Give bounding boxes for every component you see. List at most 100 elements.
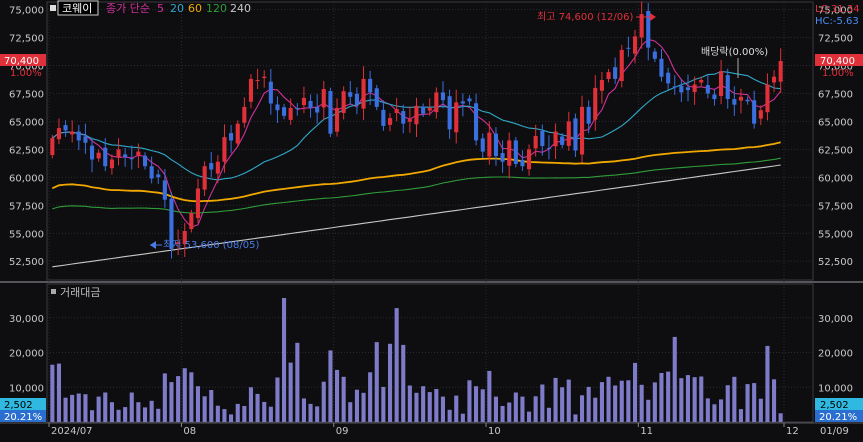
candle-body <box>321 89 326 108</box>
candle-body <box>765 84 770 113</box>
volume-bar <box>606 376 611 422</box>
volume-title: 거래대금 <box>60 286 100 299</box>
candle-body <box>222 137 227 162</box>
candle-body <box>354 93 359 105</box>
volume-bar <box>149 400 154 422</box>
y-tick-label: 67,500 <box>818 89 853 100</box>
volume-bar <box>361 392 366 422</box>
candle-body <box>725 75 730 99</box>
candle-body <box>301 97 306 106</box>
y-tick-label: 60,000 <box>9 173 44 184</box>
volume-bar <box>758 398 763 422</box>
candle-body <box>421 106 426 114</box>
candle-body <box>328 91 333 134</box>
candle-body <box>566 121 571 146</box>
x-tick-label: 10 <box>488 426 501 437</box>
volume-bar <box>699 376 704 422</box>
volume-bar <box>546 407 551 422</box>
candle-body <box>123 154 128 158</box>
x-tick-label: 12 <box>786 426 799 437</box>
candle-body <box>268 81 273 104</box>
volume-bar <box>275 377 280 422</box>
candle-body <box>633 36 638 54</box>
volume-bar <box>262 401 267 422</box>
volume-bar <box>427 392 432 422</box>
volume-bar <box>56 363 61 422</box>
volume-bar <box>725 385 730 422</box>
candle-body <box>474 103 479 141</box>
volume-bar <box>235 403 240 422</box>
candle-body <box>374 88 379 107</box>
volume-bar <box>440 396 445 422</box>
volume-bar <box>692 377 697 422</box>
volume-bar <box>407 385 412 422</box>
volume-bar <box>613 385 618 422</box>
price-badge-left-pct: 1.00% <box>10 68 42 79</box>
volume-badge-right-pct: 20.21% <box>819 412 857 423</box>
x-tick-label: 01/09 <box>820 426 849 437</box>
candle-body <box>679 85 684 93</box>
volume-bar <box>248 387 253 422</box>
x-tick-label: 09 <box>336 426 349 437</box>
candle-body <box>606 72 611 79</box>
volume-title-square <box>51 289 56 294</box>
volume-bar <box>348 402 353 422</box>
y-tick-label: 62,500 <box>9 145 44 156</box>
y-tick-label: 55,000 <box>9 229 44 240</box>
y-tick-label: 52,500 <box>818 257 853 268</box>
volume-bar <box>480 389 485 422</box>
volume-bar <box>626 380 631 422</box>
symbol-name: 코웨이 <box>62 2 92 15</box>
candle-body <box>672 86 677 88</box>
volume-bar <box>467 380 472 422</box>
candle-body <box>129 158 134 160</box>
candle-body <box>487 132 492 157</box>
volume-badge-left-pct: 20.21% <box>4 412 42 423</box>
volume-bar <box>381 386 386 422</box>
volume-bar <box>666 371 671 422</box>
candle-body <box>507 140 512 166</box>
candle-body <box>348 92 353 97</box>
price-badge-right-value: 70,400 <box>820 56 855 67</box>
candle-body <box>315 107 320 113</box>
candle-body <box>275 104 280 111</box>
volume-bar <box>487 370 492 422</box>
volume-tick-label: 30,000 <box>9 314 44 325</box>
candle-body <box>560 136 565 145</box>
candle-body <box>248 78 253 102</box>
volume-badge-left-value: 2,502 <box>4 400 33 411</box>
volume-bar <box>460 413 465 422</box>
candle-body <box>434 92 439 113</box>
candle-body <box>527 149 532 170</box>
volume-bar <box>454 395 459 422</box>
candle-body <box>96 152 101 159</box>
volume-bar <box>540 384 545 422</box>
volume-bar <box>76 393 81 422</box>
volume-bar <box>752 383 757 422</box>
candle-body <box>540 130 545 146</box>
volume-bar <box>242 406 247 422</box>
volume-bar <box>222 409 227 422</box>
volume-bar <box>421 386 426 422</box>
volume-bar <box>90 410 95 422</box>
volume-tick-label: 20,000 <box>9 349 44 360</box>
x-tick-label: 2024/07 <box>51 426 93 437</box>
candle-body <box>242 106 247 123</box>
ma20-label: 20 <box>170 2 184 15</box>
candle-body <box>381 109 386 126</box>
y-tick-label: 65,000 <box>9 117 44 128</box>
volume-bar <box>586 386 591 422</box>
candle-body <box>189 213 194 229</box>
volume-bar <box>215 405 220 422</box>
volume-bar <box>394 308 399 422</box>
volume-bar <box>500 406 505 422</box>
candle-body <box>580 106 585 155</box>
candle-body <box>685 87 690 91</box>
candle-body <box>705 85 710 94</box>
volume-bar <box>195 386 200 422</box>
volume-bar <box>520 396 525 422</box>
candle-body <box>407 119 412 122</box>
candle-body <box>76 131 81 141</box>
volume-bar <box>202 396 207 422</box>
volume-bar <box>474 386 479 422</box>
